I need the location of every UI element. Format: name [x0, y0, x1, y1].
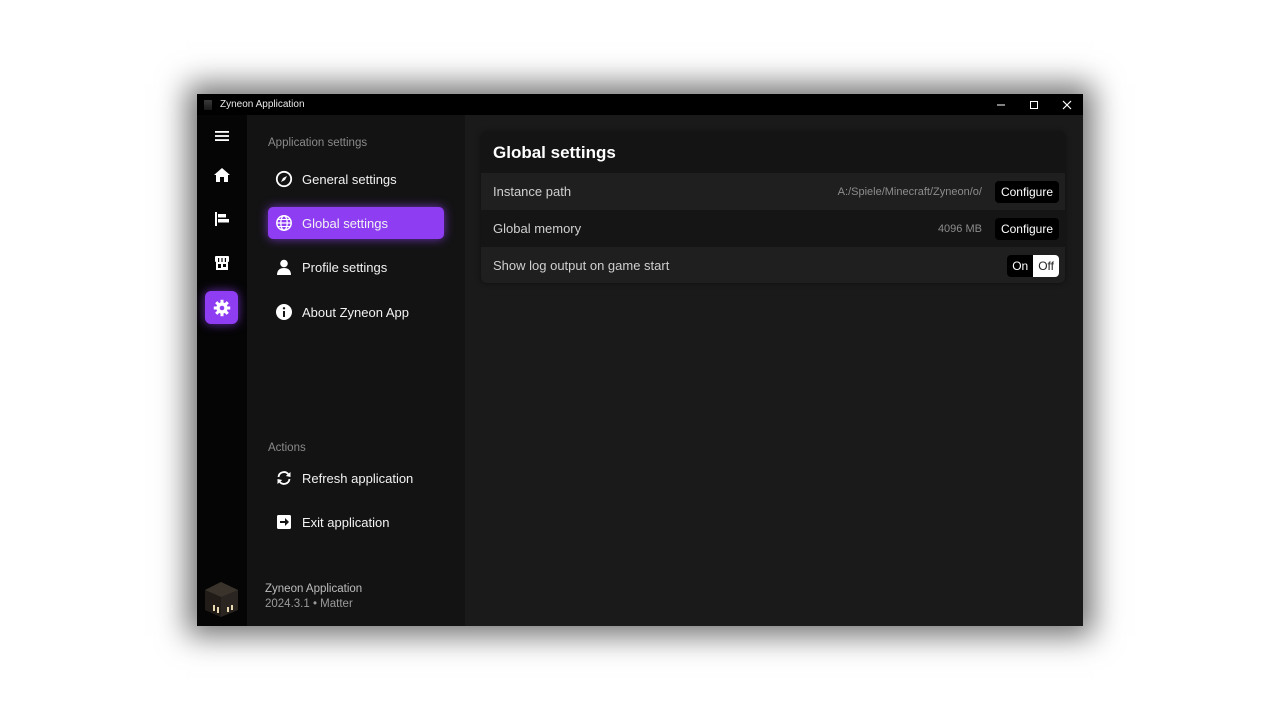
- instance-path-value: A:/Spiele/Minecraft/Zyneon/o/: [837, 185, 982, 198]
- info-icon: [275, 303, 293, 321]
- section-label-application-settings: Application settings: [268, 137, 368, 149]
- store-button[interactable]: [205, 246, 238, 279]
- log-output-toggle[interactable]: On Off: [1007, 254, 1059, 277]
- home-button[interactable]: [205, 158, 238, 191]
- setting-label: Global memory: [493, 221, 582, 236]
- page-title: Global settings: [493, 143, 616, 162]
- section-label-actions: Actions: [268, 442, 306, 454]
- compass-icon: [275, 170, 293, 188]
- window-title: Zyneon Application: [220, 99, 305, 110]
- sidebar-item-general-settings[interactable]: General settings: [268, 163, 444, 195]
- sidebar-item-about[interactable]: About Zyneon App: [268, 296, 444, 328]
- avatar[interactable]: [203, 580, 240, 618]
- exit-icon: [275, 513, 293, 531]
- sidebar-item-label: General settings: [302, 171, 397, 187]
- toggle-on-option[interactable]: On: [1007, 254, 1034, 277]
- setting-row-global-memory: Global memory 4096 MB Configure: [481, 210, 1065, 247]
- player-head-icon: [205, 582, 238, 617]
- icon-rail: [197, 115, 247, 626]
- settings-button[interactable]: [205, 291, 238, 324]
- setting-row-log-output: Show log output on game start On Off: [481, 247, 1065, 283]
- library-button[interactable]: [205, 202, 238, 235]
- footer-app-name: Zyneon Application: [265, 583, 363, 595]
- sidebar-item-label: About Zyneon App: [302, 304, 409, 320]
- window-controls: [984, 94, 1083, 115]
- close-icon: [1062, 100, 1071, 109]
- setting-label: Instance path: [493, 184, 572, 199]
- refresh-icon: [275, 469, 293, 487]
- minimize-icon: [996, 104, 1005, 105]
- setting-row-instance-path: Instance path A:/Spiele/Minecraft/Zyneon…: [481, 173, 1065, 210]
- sidebar-item-profile-settings[interactable]: Profile settings: [268, 251, 444, 283]
- sidebar-item-refresh[interactable]: Refresh application: [268, 462, 444, 494]
- sidebar-item-global-settings[interactable]: Global settings: [268, 207, 444, 239]
- global-settings-card: Global settings Instance path A:/Spiele/…: [481, 132, 1065, 283]
- minimize-button[interactable]: [984, 94, 1017, 115]
- toggle-off-option[interactable]: Off: [1033, 254, 1059, 277]
- sidebar-item-exit[interactable]: Exit application: [268, 506, 444, 538]
- title-bar[interactable]: Zyneon Application: [197, 94, 1083, 115]
- sidebar-item-label: Refresh application: [302, 470, 414, 486]
- gear-icon: [213, 299, 230, 316]
- sidebar-item-label: Profile settings: [302, 259, 388, 275]
- close-button[interactable]: [1050, 94, 1083, 115]
- sidebar-item-label: Exit application: [302, 514, 390, 530]
- user-icon: [275, 258, 293, 276]
- settings-sidebar: Application settings General settings Gl…: [247, 115, 465, 626]
- sidebar-item-label: Global settings: [302, 215, 388, 231]
- menu-icon: [214, 130, 229, 141]
- setting-label: Show log output on game start: [493, 258, 670, 273]
- app-version-info: Zyneon Application 2024.3.1 • Matter: [265, 582, 362, 612]
- global-memory-value: 4096 MB: [937, 222, 982, 235]
- maximize-button[interactable]: [1017, 94, 1050, 115]
- configure-memory-button[interactable]: Configure: [994, 217, 1059, 240]
- app-icon: [204, 99, 212, 110]
- footer-version: 2024.3.1 • Matter: [265, 598, 353, 610]
- app-window: Zyneon Application Application settings …: [197, 94, 1083, 626]
- configure-instance-path-button[interactable]: Configure: [994, 180, 1059, 203]
- maximize-icon: [1029, 100, 1038, 109]
- menu-button[interactable]: [205, 119, 238, 152]
- globe-icon: [275, 214, 293, 232]
- library-icon: [214, 211, 229, 226]
- store-icon: [214, 255, 229, 270]
- main-content: Global settings Instance path A:/Spiele/…: [465, 115, 1083, 626]
- home-icon: [213, 167, 230, 182]
